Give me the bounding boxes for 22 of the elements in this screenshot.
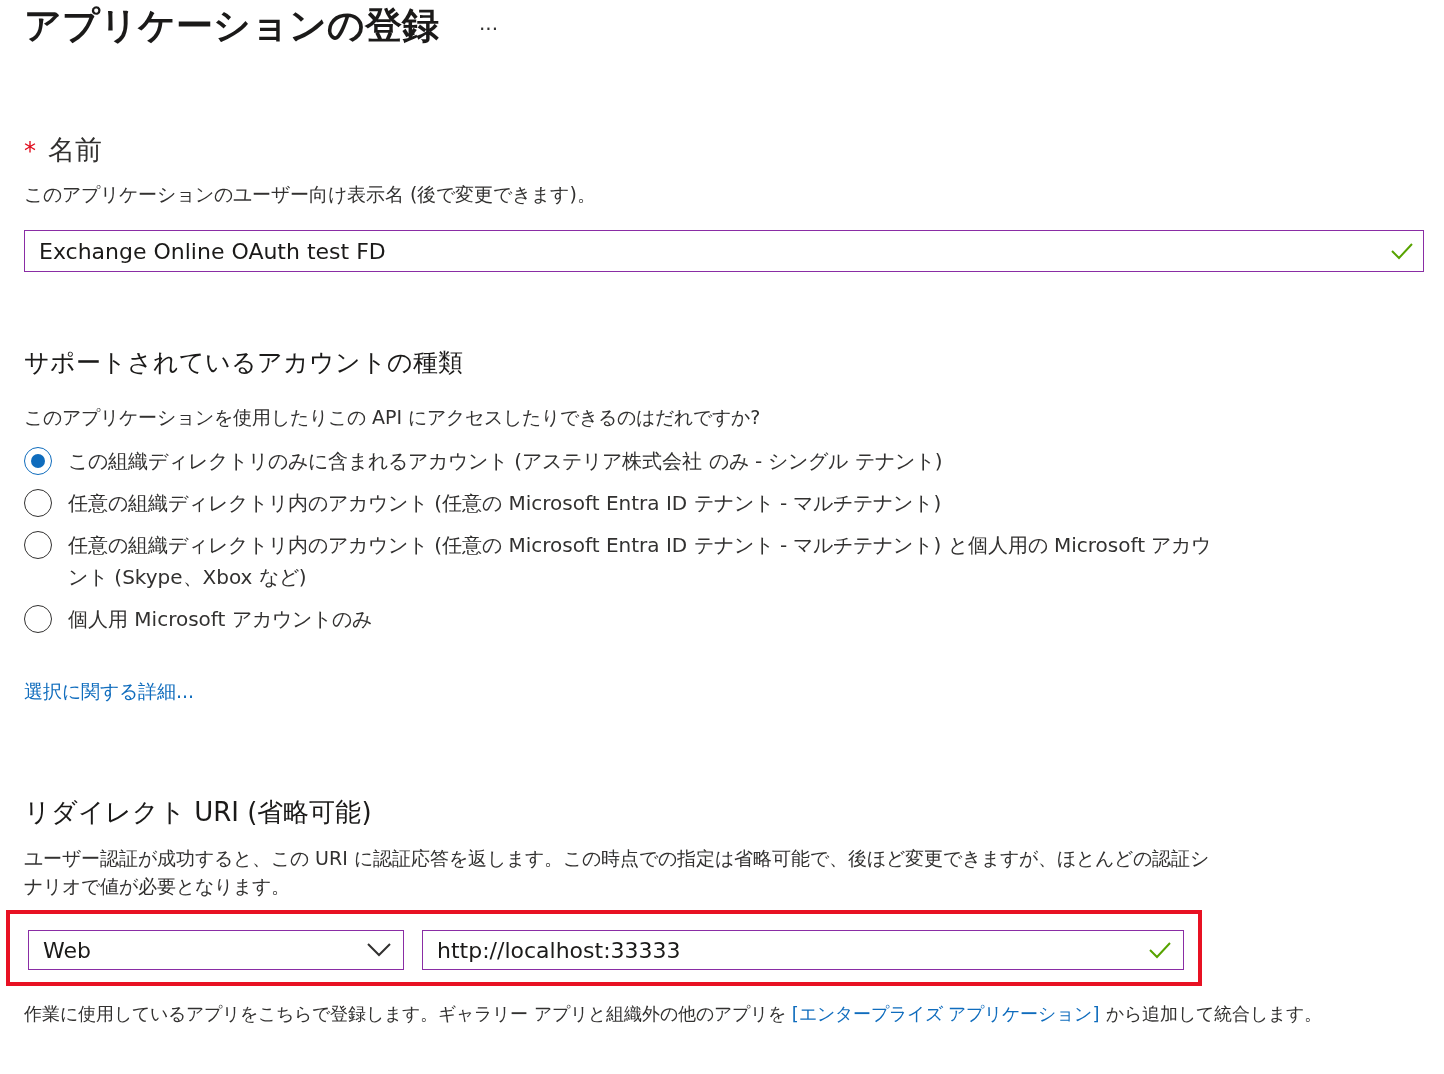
field-label: 名前 <box>48 133 102 167</box>
check-icon <box>1391 242 1413 260</box>
platform-dropdown[interactable]: Web <box>28 930 404 970</box>
radio-label[interactable]: この組織ディレクトリのみに含まれるアカウント (アステリア株式会社 のみ - シングル テナント) <box>68 445 943 477</box>
uri-field[interactable]: http://localhost:33333 <box>422 930 1184 970</box>
details-link[interactable]: 選択に関する詳細... <box>24 679 195 705</box>
footer-text: 作業に使用しているアプリをこちらで登録します。ギャラリー アプリと組織外の他のアプリを [エンタープライズ アプリケーション] から追加して統合します。 <box>24 1002 1322 1026</box>
radio-label[interactable]: 任意の組織ディレクトリ内のアカウント (任意の Microsoft Entra ID テナント - マルチテナント) と個人用の Microsoft アカウント (Skype、Xbox など) <box>68 529 1214 593</box>
enterprise-apps-link[interactable]: [エンタープライズ アプリケーション] <box>791 1003 1100 1024</box>
question-text: このアプリケーションを使用したりこの API にアクセスしたりできるのはだれですか? <box>24 405 762 430</box>
name-field[interactable]: Exchange Online OAuth test FD <box>24 230 1424 272</box>
check-icon <box>1149 941 1171 959</box>
field-description: このアプリケーションのユーザー向け表示名 (後で変更できます)。 <box>24 182 597 207</box>
section-heading: サポートされているアカウントの種類 <box>24 347 464 379</box>
section-heading: リダイレクト URI (省略可能) <box>24 796 373 829</box>
section-description: ユーザー認証が成功すると、この URI に認証応答を返します。この時点での指定は省略可能で、後ほど変更できますが、ほとんどの認証シナリオで値が必要となります。 <box>24 846 1210 899</box>
more-options[interactable]: ··· <box>479 11 499 41</box>
page-title: アプリケーションの登録 <box>24 3 439 49</box>
radio-label[interactable]: 任意の組織ディレクトリ内のアカウント (任意の Microsoft Entra ID テナント - マルチテナント) <box>68 487 942 519</box>
chevron-down-icon <box>367 943 391 957</box>
required-mark: * <box>24 137 36 165</box>
radio-label[interactable]: 個人用 Microsoft アカウントのみ <box>68 603 372 635</box>
